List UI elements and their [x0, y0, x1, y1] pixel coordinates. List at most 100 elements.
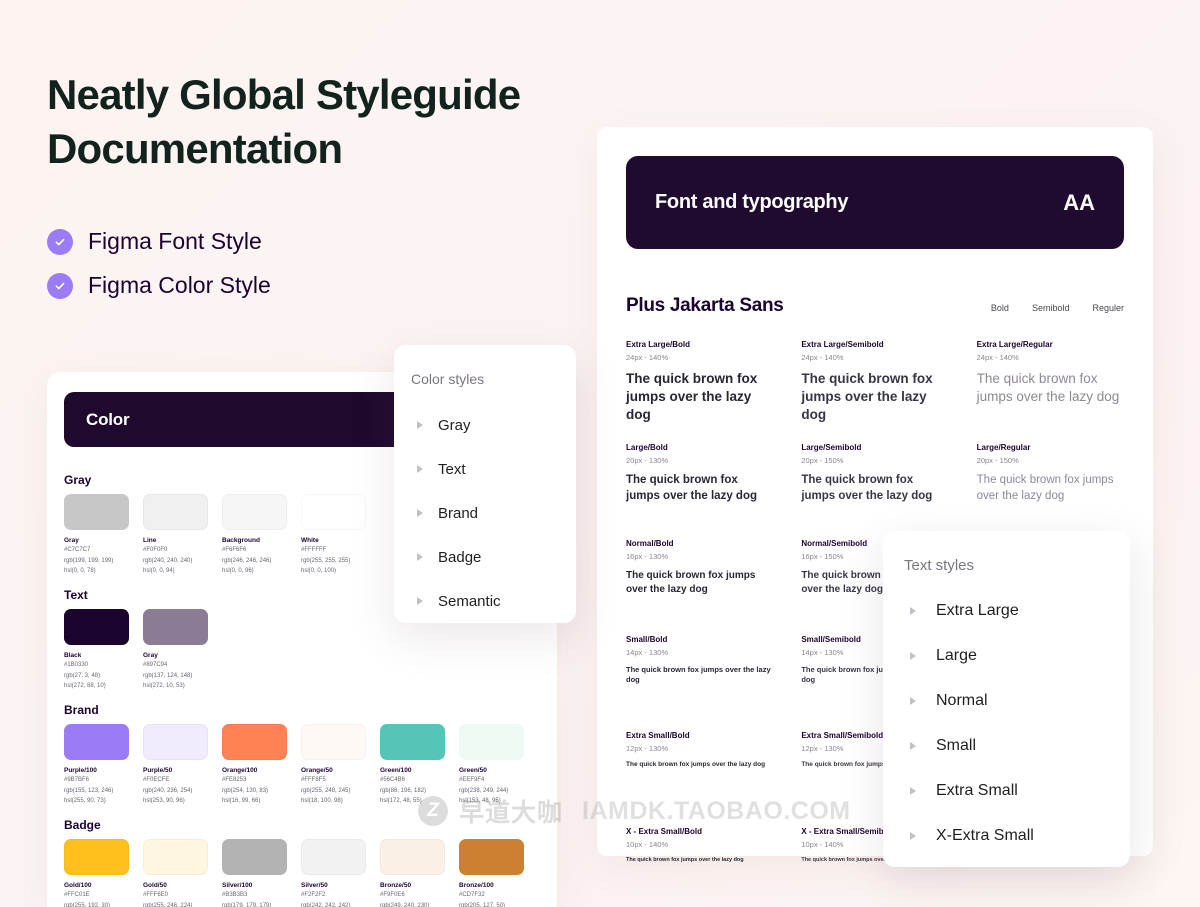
color-swatch[interactable] — [301, 724, 366, 760]
hero-item-label: Figma Color Style — [88, 272, 271, 299]
color-swatch[interactable] — [64, 609, 129, 645]
type-style-name: Large/Regular — [977, 443, 1124, 452]
color-swatch[interactable] — [380, 724, 445, 760]
item-label: Large — [936, 647, 977, 665]
text-style-item-small[interactable]: Small — [883, 723, 1130, 768]
swatch-rgb: rgb(27, 3, 48) — [64, 671, 129, 681]
swatch-item[interactable]: Bronze/50 #F9F0E6 rgb(249, 240, 230) hsl… — [380, 839, 445, 907]
color-style-item-gray[interactable]: Gray — [394, 403, 576, 447]
swatch-item[interactable]: Gray #897C94 rgb(137, 124, 148) hsl(272,… — [143, 609, 208, 691]
swatch-item[interactable]: Background #F6F6F6 rgb(246, 246, 246) hs… — [222, 494, 287, 576]
color-swatch[interactable] — [222, 724, 287, 760]
aa-icon: AA — [1063, 190, 1095, 216]
item-label: Gray — [438, 417, 471, 434]
color-swatch[interactable] — [222, 839, 287, 875]
swatch-item[interactable]: Silver/50 #F2F2F2 rgb(242, 242, 242) hsl… — [301, 839, 366, 907]
color-swatch[interactable] — [64, 494, 129, 530]
chevron-right-icon — [417, 421, 423, 429]
color-style-item-semantic[interactable]: Semantic — [394, 579, 576, 623]
swatch-name: Gray — [143, 651, 208, 660]
swatch-rgb: rgb(155, 123, 246) — [64, 786, 129, 796]
type-sample-text: The quick brown fox jumps over the lazy … — [801, 473, 948, 503]
color-styles-title: Color styles — [394, 371, 576, 387]
swatch-item[interactable]: Green/100 #56C4B6 rgb(86, 196, 182) hsl(… — [380, 724, 445, 806]
swatch-hsl: hsl(255, 90, 73) — [64, 796, 129, 806]
color-swatch[interactable] — [459, 724, 524, 760]
color-swatch[interactable] — [143, 494, 208, 530]
color-card-title: Color — [86, 410, 129, 430]
swatch-hex: #F2F2F2 — [301, 890, 366, 900]
swatch-item[interactable]: White #FFFFFF rgb(255, 255, 255) hsl(0, … — [301, 494, 366, 576]
color-swatch[interactable] — [301, 494, 366, 530]
color-swatch[interactable] — [143, 724, 208, 760]
swatch-name: Gold/50 — [143, 881, 208, 890]
swatch-item[interactable]: Purple/100 #9B7BF6 rgb(155, 123, 246) hs… — [64, 724, 129, 806]
swatch-item[interactable]: Orange/100 #FE8253 rgb(254, 130, 83) hsl… — [222, 724, 287, 806]
swatch-rgb: rgb(137, 124, 148) — [143, 671, 208, 681]
swatch-item[interactable]: Line #F0F0F0 rgb(240, 240, 240) hsl(0, 0… — [143, 494, 208, 576]
hero-feature-list: Figma Font Style Figma Color Style — [47, 228, 271, 316]
color-swatch[interactable] — [301, 839, 366, 875]
type-style-spec: 10px - 140% — [626, 840, 773, 849]
weight-label-semibold: Semibold — [1032, 303, 1070, 313]
swatch-item[interactable]: Gold/50 #FFF6E0 rgb(255, 246, 224) hsl(4… — [143, 839, 208, 907]
type-style-name: X - Extra Small/Bold — [626, 827, 773, 836]
swatch-item[interactable]: Green/50 #EEF9F4 rgb(238, 249, 244) hsl(… — [459, 724, 524, 806]
color-swatch[interactable] — [459, 839, 524, 875]
color-swatch[interactable] — [64, 724, 129, 760]
swatch-hex: #FFF6E0 — [143, 890, 208, 900]
swatch-name: Bronze/50 — [380, 881, 445, 890]
type-style-name: Extra Large/Bold — [626, 340, 773, 349]
swatch-hsl: hsl(0, 0, 78) — [64, 566, 129, 576]
type-sample-cell: Extra Large/Regular 24px - 140% The quic… — [977, 340, 1124, 423]
item-label: Extra Large — [936, 602, 1019, 620]
text-style-item-x-extra-small[interactable]: X-Extra Small — [883, 813, 1130, 858]
text-style-item-normal[interactable]: Normal — [883, 678, 1130, 723]
text-styles-title: Text styles — [883, 557, 1130, 574]
swatch-name: Silver/100 — [222, 881, 287, 890]
text-style-item-large[interactable]: Large — [883, 633, 1130, 678]
type-sample-cell: X - Extra Small/Bold 10px - 140% The qui… — [626, 827, 773, 903]
chevron-right-icon — [417, 465, 423, 473]
swatch-name: Green/100 — [380, 766, 445, 775]
chevron-right-icon — [417, 553, 423, 561]
swatch-item[interactable]: Silver/100 #B3B3B3 rgb(179, 179, 179) hs… — [222, 839, 287, 907]
color-group-brand: Brand Purple/100 #9B7BF6 rgb(155, 123, 2… — [64, 703, 540, 806]
swatch-item[interactable]: Orange/50 #FFF8F5 rgb(255, 248, 245) hsl… — [301, 724, 366, 806]
color-swatch[interactable] — [222, 494, 287, 530]
type-style-name: Extra Large/Semibold — [801, 340, 948, 349]
group-title: Brand — [64, 703, 540, 717]
swatch-item[interactable]: Gray #C7C7C7 rgb(199, 199, 199) hsl(0, 0… — [64, 494, 129, 576]
item-label: Badge — [438, 549, 481, 566]
type-sample-text: The quick brown fox jumps over the lazy … — [977, 370, 1124, 406]
color-swatch[interactable] — [143, 839, 208, 875]
font-family-name: Plus Jakarta Sans — [626, 295, 784, 317]
color-swatch[interactable] — [380, 839, 445, 875]
swatch-rgb: rgb(246, 246, 246) — [222, 556, 287, 566]
swatch-name: Gray — [64, 536, 129, 545]
color-styles-panel: Color styles Gray Text Brand Badge Seman… — [394, 345, 576, 623]
type-style-name: Normal/Bold — [626, 539, 773, 548]
swatch-item[interactable]: Black #1B0330 rgb(27, 3, 48) hsl(272, 88… — [64, 609, 129, 691]
swatch-item[interactable]: Bronze/100 #CD7F32 rgb(205, 127, 50) hsl… — [459, 839, 524, 907]
weight-legend: Bold Semibold Reguler — [991, 303, 1124, 313]
text-style-item-extra-large[interactable]: Extra Large — [883, 588, 1130, 633]
swatch-hsl: hsl(18, 100, 98) — [301, 796, 366, 806]
swatch-item[interactable]: Purple/50 #F0ECFE rgb(240, 236, 254) hsl… — [143, 724, 208, 806]
swatch-hsl: hsl(253, 90, 96) — [143, 796, 208, 806]
weight-label-bold: Bold — [991, 303, 1009, 313]
text-style-item-extra-small[interactable]: Extra Small — [883, 768, 1130, 813]
color-swatch[interactable] — [64, 839, 129, 875]
swatch-hex: #FE8253 — [222, 775, 287, 785]
color-style-item-brand[interactable]: Brand — [394, 491, 576, 535]
color-style-item-text[interactable]: Text — [394, 447, 576, 491]
swatch-item[interactable]: Gold/100 #FFC01E rgb(255, 192, 30) hsl(4… — [64, 839, 129, 907]
swatch-row: Gold/100 #FFC01E rgb(255, 192, 30) hsl(4… — [64, 839, 540, 907]
swatch-name: Orange/100 — [222, 766, 287, 775]
type-sample-cell: Large/Semibold 20px - 150% The quick bro… — [801, 443, 948, 519]
color-swatch[interactable] — [143, 609, 208, 645]
color-style-item-badge[interactable]: Badge — [394, 535, 576, 579]
type-sample-cell: Extra Large/Semibold 24px - 140% The qui… — [801, 340, 948, 423]
swatch-hsl: hsl(0, 0, 100) — [301, 566, 366, 576]
swatch-hsl: hsl(16, 99, 66) — [222, 796, 287, 806]
